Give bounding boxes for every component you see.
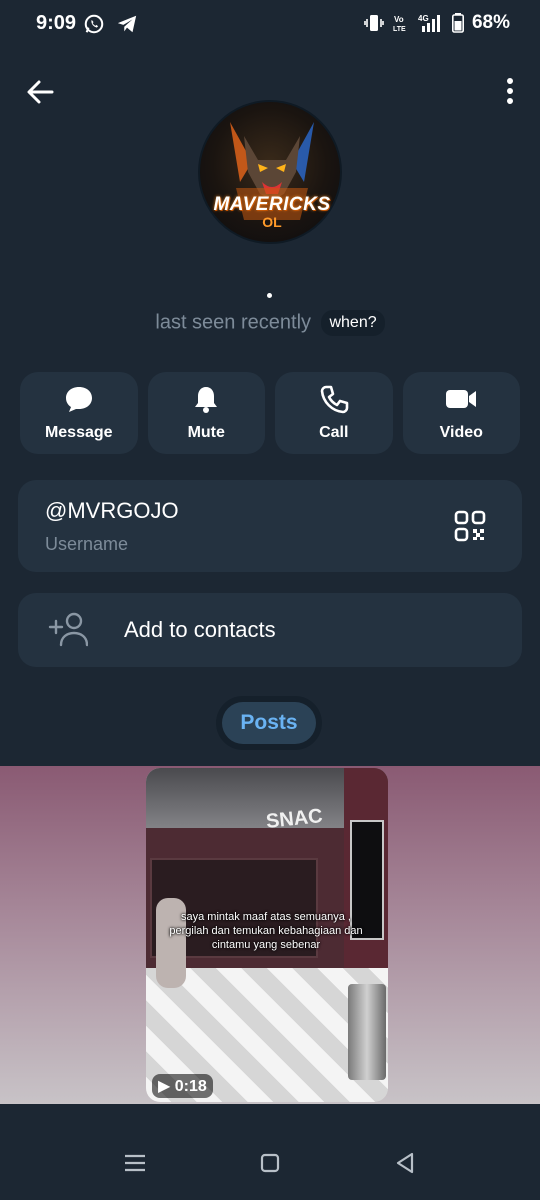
video-camera-icon [446,390,477,408]
add-contact-icon [48,612,88,647]
tabs-bar: Posts [216,696,322,750]
svg-text:4G: 4G [418,14,429,23]
bell-icon [195,387,218,413]
avatar-title: MAVERICKS [213,194,331,215]
home-icon[interactable] [255,1148,285,1178]
posts-media-area: SNAC saya mintak maaf atas semuanya , pe… [0,766,540,1104]
whatsapp-icon [84,14,104,34]
more-vertical-icon[interactable] [504,76,516,106]
status-time: 9:09 [36,12,77,34]
presence-row: last seen recently when? [0,310,540,336]
svg-text:LTE: LTE [393,26,406,33]
mute-button[interactable]: Mute [147,372,265,454]
recent-apps-icon[interactable] [120,1148,150,1178]
telegram-icon [117,15,137,33]
battery-icon [451,13,464,33]
system-nav-bar [0,1126,540,1200]
post-caption: saya mintak maaf atas semuanya , pergila… [169,911,363,951]
phone-icon [320,385,349,414]
message-bubble-icon [65,387,92,412]
call-button[interactable]: Call [275,372,393,454]
video-button[interactable]: Video [402,372,520,454]
add-to-contacts-label: Add to contacts [124,617,276,642]
svg-text:Vo: Vo [394,15,404,24]
post-video-thumbnail[interactable]: SNAC saya mintak maaf atas semuanya , pe… [146,768,388,1102]
username-caption: Username [45,534,129,554]
profile-name-dot [267,293,272,298]
action-buttons: Message Mute Call Video [20,372,520,454]
presence-text: last seen recently [155,311,312,334]
video-duration-badge: ▶ 0:18 [152,1074,213,1098]
qr-code-icon[interactable] [454,510,486,542]
avatar-subtitle: OL [262,214,282,230]
back-triangle-icon[interactable] [390,1148,420,1178]
message-button[interactable]: Message [20,372,138,454]
username-card[interactable]: @MVRGOJO Username [18,480,522,572]
status-bar: 9:09 Vo LTE 4G 68% [0,0,540,48]
username-value: @MVRGOJO [45,498,179,523]
battery-percent: 68% [471,12,510,33]
add-to-contacts-row[interactable]: Add to contacts [18,593,522,667]
signal-icon: 4G [418,14,440,32]
profile-avatar[interactable]: MAVERICKS OL [198,100,342,244]
back-arrow-icon[interactable] [26,78,54,106]
volte-icon: Vo LTE [393,15,406,33]
when-button[interactable]: when? [321,310,385,336]
vibrate-icon [364,15,384,31]
tab-posts[interactable]: Posts [222,702,316,744]
